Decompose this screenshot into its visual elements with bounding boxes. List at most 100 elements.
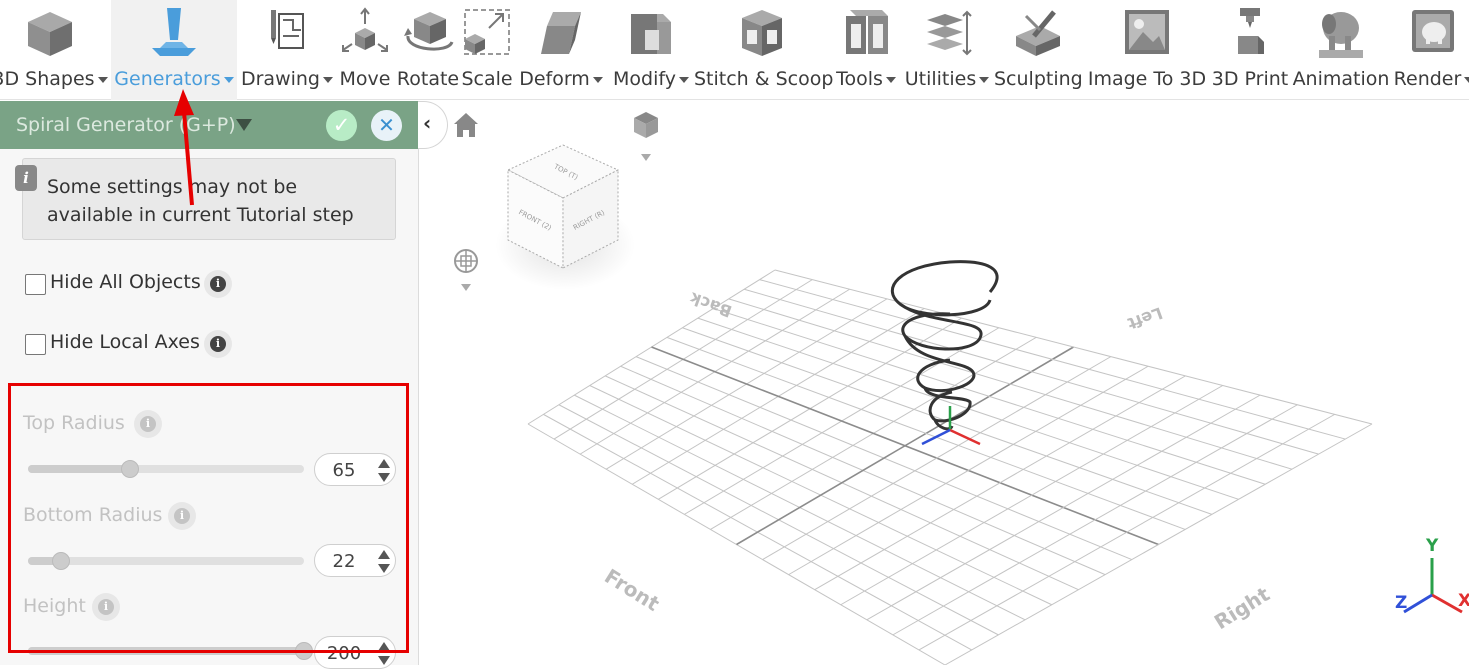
- top-radius-value[interactable]: 65: [315, 460, 373, 481]
- toolbar-image-to-3d[interactable]: Image To 3D: [1086, 0, 1208, 100]
- increment-icon[interactable]: [378, 642, 390, 651]
- cube-icon: [28, 12, 72, 56]
- toolbar-label: Render: [1393, 68, 1462, 90]
- help-icon[interactable]: i: [134, 410, 162, 438]
- hide-all-objects-option[interactable]: Hide All Objects i: [25, 269, 265, 299]
- cancel-button[interactable]: ✕: [371, 110, 402, 141]
- increment-icon[interactable]: [378, 550, 390, 559]
- bottom-radius-label: Bottom Radius: [23, 504, 163, 526]
- move-icon: [342, 7, 388, 52]
- 3d-viewport[interactable]: TOP (T) FRONT (2) RIGHT (R) Back Left Fr…: [420, 101, 1469, 665]
- grid-label-right: Right: [1210, 582, 1274, 635]
- toolbar-label: Stitch & Scoop: [694, 68, 834, 90]
- camera-view-icon[interactable]: [634, 112, 658, 161]
- toolbar-tools[interactable]: Tools: [830, 0, 902, 100]
- 3d-print-icon: [1238, 8, 1264, 54]
- slider-handle[interactable]: [121, 460, 140, 478]
- stitch-scoop-icon: [742, 10, 782, 56]
- toolbar-label: Tools: [836, 68, 883, 90]
- bottom-radius-value[interactable]: 22: [315, 551, 373, 572]
- toolbar-render[interactable]: Render: [1392, 0, 1469, 100]
- info-text: Some settings may not be available in cu…: [47, 176, 354, 226]
- toolbar-animation[interactable]: Animation: [1292, 0, 1390, 100]
- height-slider[interactable]: [28, 642, 313, 660]
- toolbar-3d-shapes[interactable]: 3D Shapes: [0, 0, 110, 100]
- zoom-fit-icon[interactable]: [454, 249, 478, 291]
- info-message: i Some settings may not be available in …: [15, 158, 396, 240]
- decrement-icon[interactable]: [378, 656, 390, 665]
- toolbar-scale[interactable]: Scale: [461, 0, 513, 100]
- check-icon: ✓: [332, 113, 351, 137]
- view-cube[interactable]: TOP (T) FRONT (2) RIGHT (R): [495, 144, 635, 290]
- spiral-object[interactable]: [890, 260, 999, 431]
- gizmo-y-label: Y: [1425, 536, 1439, 556]
- chevron-down-icon: [678, 76, 689, 83]
- render-icon: [1412, 10, 1454, 52]
- grid-line: [918, 413, 1335, 651]
- toolbar-label: Drawing: [240, 68, 320, 90]
- grid-line: [944, 423, 1373, 665]
- toolbar-label: Move: [339, 68, 391, 90]
- slider-handle[interactable]: [295, 642, 313, 660]
- slider-handle[interactable]: [52, 552, 71, 570]
- bottom-radius-input[interactable]: 22: [314, 544, 396, 577]
- chevron-down-icon[interactable]: [236, 119, 252, 131]
- toolbar-deform[interactable]: Deform: [515, 0, 607, 100]
- toolbar-stitch-scoop[interactable]: Stitch & Scoop: [694, 0, 834, 100]
- decrement-icon[interactable]: [378, 564, 390, 573]
- toolbar-sculpting[interactable]: Sculpting: [994, 0, 1083, 100]
- chevron-down-icon: [223, 76, 234, 83]
- apply-button[interactable]: ✓: [326, 110, 357, 141]
- viewport-canvas[interactable]: TOP (T) FRONT (2) RIGHT (R) Back Left Fr…: [420, 101, 1469, 665]
- chevron-down-icon: [323, 76, 333, 83]
- main-toolbar: 3D Shapes Generators Drawing Move Rotate…: [0, 0, 1469, 100]
- grid-line: [774, 269, 1373, 425]
- chevron-down-icon: [1464, 76, 1469, 83]
- toolbar-drawing[interactable]: Drawing: [238, 0, 336, 100]
- decrement-icon[interactable]: [378, 473, 390, 482]
- panel-title[interactable]: Spiral Generator (G+P): [16, 114, 236, 136]
- toolbar-label: Deform: [519, 68, 590, 90]
- toolbar-label: 3D Shapes: [0, 68, 95, 90]
- utilities-icon: [927, 10, 972, 56]
- toolbar-move[interactable]: Move: [337, 0, 393, 100]
- grid-line: [759, 279, 1346, 440]
- top-radius-input[interactable]: 65: [314, 453, 396, 486]
- grid-label-left: Left: [1125, 303, 1165, 333]
- height-label: Height: [23, 595, 86, 617]
- modify-icon: [631, 14, 671, 54]
- grid-label-back: Back: [687, 288, 734, 321]
- hide-local-axes-checkbox[interactable]: [25, 334, 46, 355]
- toolbar-label: Rotate: [396, 68, 460, 90]
- toolbar-label: Scale: [461, 68, 513, 90]
- grid-label-front: Front: [600, 564, 664, 616]
- top-radius-slider[interactable]: [28, 460, 304, 478]
- drawing-icon: [271, 10, 304, 49]
- deform-icon: [541, 12, 581, 54]
- toolbar-label: Modify: [613, 68, 676, 90]
- toolbar-utilities[interactable]: Utilities: [903, 0, 991, 100]
- toolbar-generators[interactable]: Generators: [111, 0, 237, 100]
- grid-line: [866, 394, 1261, 621]
- toolbar-rotate[interactable]: Rotate: [395, 0, 461, 100]
- height-input[interactable]: 200: [314, 636, 396, 669]
- hide-local-axes-option[interactable]: Hide Local Axes i: [25, 329, 265, 359]
- height-value[interactable]: 200: [315, 643, 373, 664]
- home-icon[interactable]: [454, 113, 478, 137]
- toolbar-label: Image To 3D: [1087, 68, 1207, 90]
- toolbar-modify[interactable]: Modify: [608, 0, 694, 100]
- hide-all-objects-checkbox[interactable]: [25, 274, 46, 295]
- toolbar-3d-print[interactable]: 3D Print: [1208, 0, 1292, 100]
- grid-line: [788, 365, 1149, 576]
- top-radius-label: Top Radius: [23, 412, 125, 434]
- sculpting-icon: [1016, 10, 1060, 56]
- slider-fill: [28, 465, 131, 473]
- scale-icon: [464, 9, 510, 55]
- increment-icon[interactable]: [378, 459, 390, 468]
- bottom-radius-slider[interactable]: [28, 552, 304, 570]
- help-icon[interactable]: i: [92, 593, 120, 621]
- help-icon[interactable]: i: [204, 330, 232, 358]
- generator-icon: [152, 8, 196, 56]
- help-icon[interactable]: i: [204, 270, 232, 298]
- help-icon[interactable]: i: [168, 502, 196, 530]
